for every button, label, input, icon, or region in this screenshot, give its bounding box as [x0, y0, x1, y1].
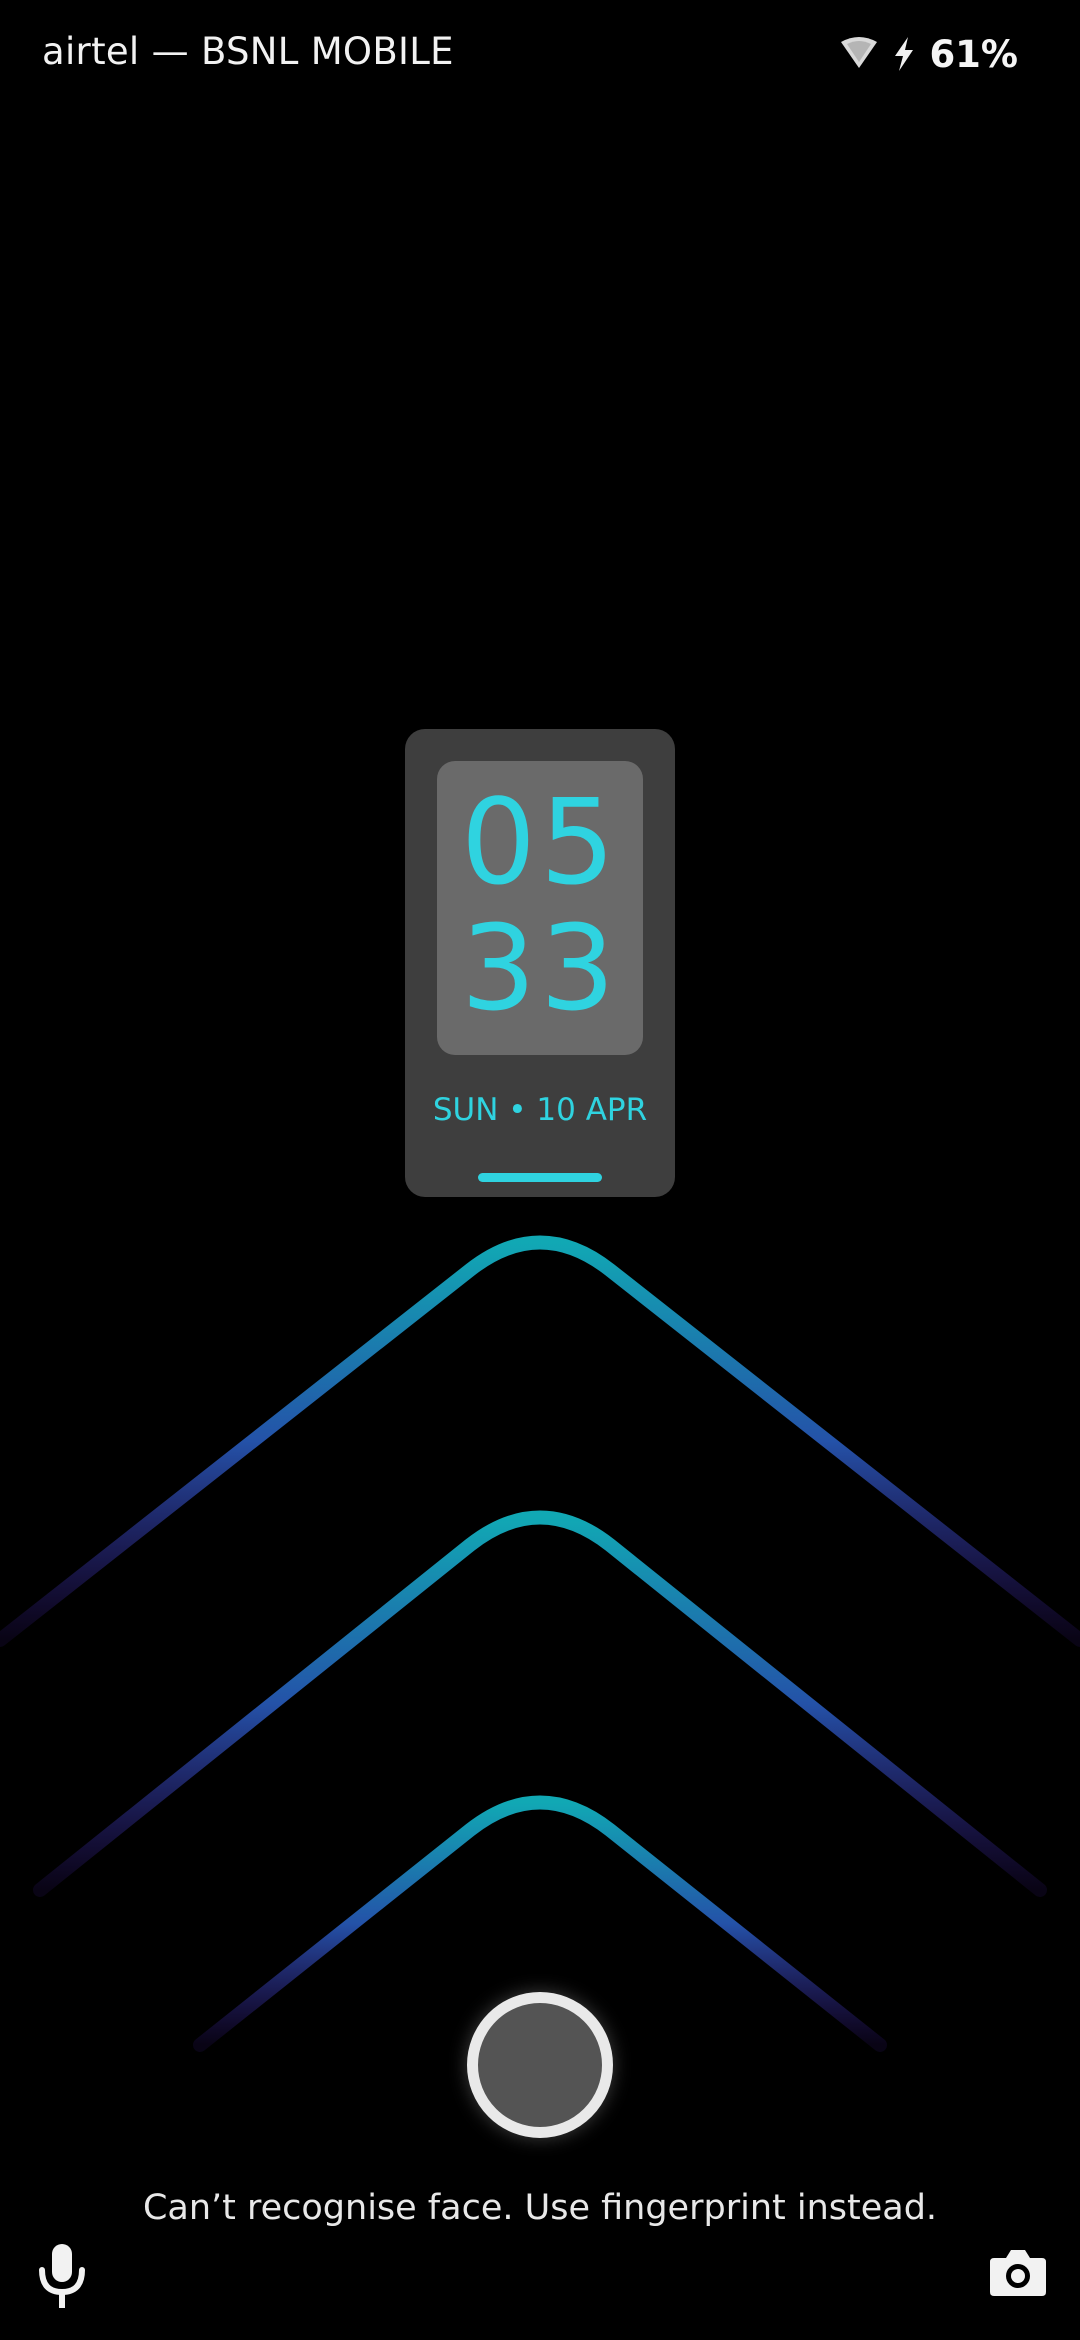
unlock-message: Can’t recognise face. Use fingerprint in… — [142, 2188, 938, 2228]
clock-hours: 05 — [460, 773, 620, 911]
status-icons: 61% — [839, 30, 1018, 78]
clock-face: 05 33 — [437, 761, 643, 1055]
fingerprint-button[interactable] — [467, 1992, 613, 2138]
microphone-icon[interactable] — [30, 2240, 94, 2312]
chevron-stripe-top — [0, 1235, 1080, 1647]
wifi-icon — [841, 37, 878, 68]
charging-icon — [895, 37, 914, 71]
camera-icon[interactable] — [988, 2244, 1048, 2300]
clock-minutes: 33 — [460, 899, 620, 1037]
clock-date: SUN • 10 APR — [432, 1092, 648, 1128]
lock-screen: airtel — BSNL MOBILE 61% 05 33 SUN • 10 … — [0, 0, 1080, 2340]
clock-indicator-bar — [478, 1173, 602, 1182]
clock-widget[interactable]: 05 33 SUN • 10 APR — [405, 729, 675, 1197]
chevron-stripe-middle — [33, 1510, 1047, 1897]
battery-percentage: 61% — [929, 32, 1018, 76]
status-bar: airtel — BSNL MOBILE 61% — [0, 0, 1080, 110]
carrier-name: airtel — BSNL MOBILE — [42, 30, 454, 73]
